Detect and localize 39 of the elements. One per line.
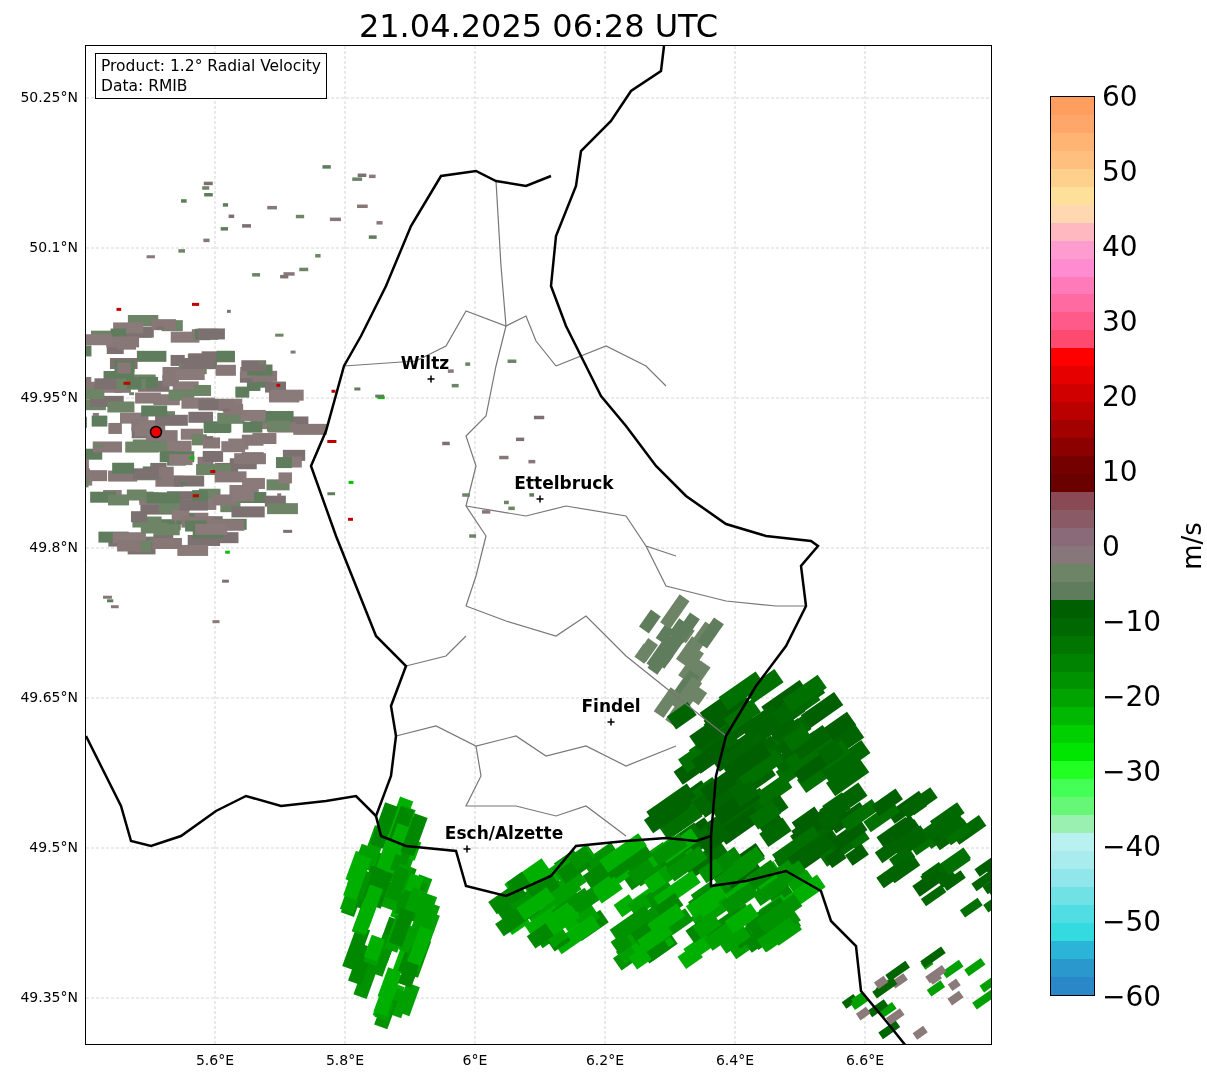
longitude-label: 6.2°E [585,1052,625,1068]
city-marker-icon [535,494,545,504]
legend-text: Product: 1.2° Radial Velocity [101,56,321,76]
colorbar-tick-label: 60 [1102,79,1138,113]
colorbar-tick-label: −20 [1102,679,1162,713]
latitude-label: 49.8°N [29,539,78,555]
latitude-label: 49.5°N [29,839,78,855]
latitude-label: 50.1°N [29,239,78,255]
latitude-label: 49.65°N [20,689,78,705]
colorbar-tick-label: −40 [1102,829,1162,863]
city-label: Wiltz [400,353,450,373]
colorbar-tick-label: −50 [1102,904,1162,938]
city-label: Findel [581,696,641,716]
city-marker-icon [426,374,436,384]
colorbar-tick-label: 30 [1102,304,1138,338]
colorbar-tick-label: 50 [1102,154,1138,188]
colorbar-tick-label: 10 [1102,454,1138,488]
legend-text: Data: RMIB [101,76,189,96]
colorbar-tick-label: 20 [1102,379,1138,413]
longitude-label: 6.4°E [715,1052,755,1068]
longitude-label: 5.6°E [195,1052,235,1068]
latitude-label: 49.95°N [20,389,78,405]
longitude-label: 6.6°E [845,1052,885,1068]
latitude-label: 50.25°N [20,89,78,105]
colorbar-tick-label: 40 [1102,229,1138,263]
longitude-label: 6°E [462,1052,488,1068]
radar-site-icon [149,425,163,439]
city-marker-icon [462,844,472,854]
city-marker-icon [606,717,616,727]
city-label: Esch/Alzette [444,823,564,843]
colorbar-tick-label: −60 [1102,979,1162,1013]
colorbar-tick-label: 0 [1102,529,1120,563]
latitude-label: 49.35°N [20,989,78,1005]
colorbar-tick-label: −30 [1102,754,1162,788]
colorbar-label: m/s [1176,522,1207,570]
chart-title: 21.04.2025 06:28 UTC [357,7,720,45]
longitude-label: 5.8°E [325,1052,365,1068]
city-label: Ettelbruck [514,473,614,493]
colorbar-tick-label: −10 [1102,604,1162,638]
